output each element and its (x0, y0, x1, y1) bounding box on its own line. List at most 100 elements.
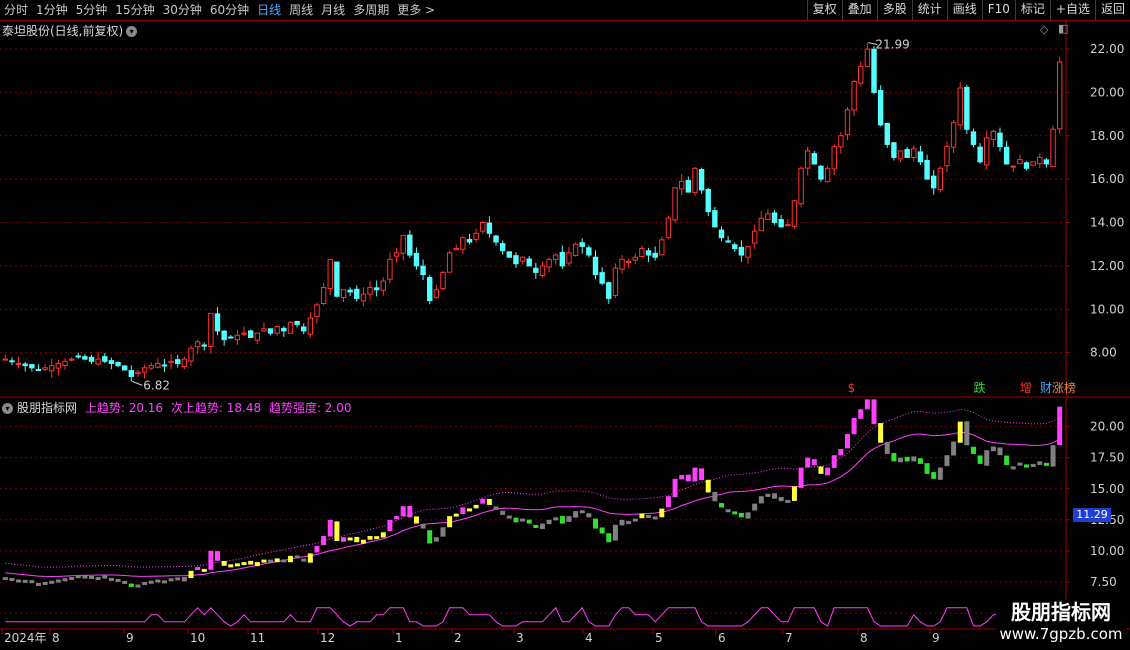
indicator-block (712, 491, 718, 502)
indicator-block (321, 536, 327, 546)
indicator-block (559, 515, 565, 524)
candle-body (373, 287, 380, 291)
indicator-block (606, 533, 612, 543)
x-axis-label: 9 (932, 631, 940, 645)
candles (2, 42, 1063, 382)
indicator-block (626, 521, 632, 525)
indicator-block (964, 421, 970, 446)
indicator-block (1024, 464, 1030, 468)
indicator-block (55, 579, 61, 583)
indicator-block (135, 584, 141, 588)
indicator-blocks (2, 399, 1063, 588)
candle-body (871, 48, 877, 93)
candle-body (347, 289, 353, 293)
indicator-block (175, 577, 181, 581)
candle-body (970, 131, 977, 145)
indicator-block (35, 582, 41, 586)
candle-body (924, 159, 930, 180)
indicator-block (692, 467, 698, 482)
indicator-block (811, 459, 817, 466)
candle-body (984, 137, 990, 166)
indicator-block (732, 511, 738, 515)
candle-body (29, 364, 35, 369)
indicator-block (851, 417, 857, 435)
indicator-block (659, 508, 665, 518)
candle-body (15, 362, 22, 365)
indicator-block (108, 577, 114, 581)
candle-body (1017, 159, 1023, 165)
main-y-tick-label: 18.00 (1090, 129, 1124, 143)
indicator-block (1043, 462, 1049, 466)
indicator-block (62, 578, 68, 582)
main-y-tick-label: 16.00 (1090, 172, 1124, 186)
indicator-block (241, 562, 247, 566)
candle-body (1056, 61, 1063, 130)
event-marker: $ (847, 381, 855, 395)
candle-body (672, 187, 678, 221)
indicator-block (997, 447, 1003, 456)
x-axis-label: 8 (860, 631, 868, 645)
indicator-block (460, 507, 466, 515)
indicator-block (619, 519, 625, 526)
indicator-block (805, 457, 811, 468)
indicator-param-3: 趋势强度: 2.00 (268, 401, 352, 415)
candle-body (652, 252, 658, 258)
indicator-block (480, 498, 486, 504)
indicator-block (592, 518, 598, 529)
indicator-block (632, 518, 638, 522)
candle-body (858, 65, 864, 84)
candle-body (241, 332, 247, 335)
indicator-block (506, 515, 512, 519)
candle-body (818, 165, 824, 180)
candle-body (446, 252, 453, 273)
candle-body (586, 247, 592, 256)
x-axis-label: 12 (320, 631, 335, 645)
indicator-block (95, 577, 101, 581)
indicator-block (672, 478, 678, 498)
candle-body (785, 224, 791, 227)
indicator-panel-title[interactable]: ▾ 股朋指标网 上趋势: 20.16 次上趋势: 18.48 趋势强度: 2.00 (2, 399, 352, 416)
indicator-block (665, 496, 671, 508)
indicator-block (16, 579, 22, 583)
chart-canvas[interactable]: 22.00 20.00 18.00 16.00 14.00 12.00 10.00 8.00 2… (0, 0, 1130, 650)
indicator-block (864, 399, 870, 410)
candle-body (2, 358, 9, 361)
indicator-block (148, 580, 154, 584)
indicator-block (387, 519, 393, 532)
panel-toggle-icon[interactable]: ◧ (1058, 22, 1068, 35)
indicator-block (341, 537, 347, 542)
candle-body (997, 132, 1003, 148)
x-axis-label: 2024年 (4, 631, 47, 645)
candle-body (135, 371, 141, 375)
indicator-block (221, 560, 227, 566)
indicator-block (82, 575, 88, 579)
indicator-block (738, 512, 744, 518)
candle-body (897, 150, 904, 160)
candle-body (725, 240, 731, 243)
chevron-down-icon[interactable]: ▾ (2, 403, 13, 414)
candle-body (42, 367, 48, 371)
candle-body (612, 267, 619, 296)
indicator-block (772, 493, 778, 499)
candle-body (698, 169, 705, 191)
candle-body (937, 167, 944, 191)
diamond-icon[interactable]: ◇ (1040, 23, 1048, 36)
indicator-block (380, 532, 386, 538)
candle-body (804, 150, 811, 169)
indicator-block (407, 505, 413, 518)
indicator-block (453, 513, 459, 517)
candle-body (1043, 159, 1050, 165)
indicator-block (539, 523, 545, 530)
low-pointer (132, 380, 143, 386)
indicator-block (546, 519, 552, 525)
chevron-down-icon[interactable]: ▾ (126, 26, 138, 37)
candle-body (606, 282, 612, 299)
candle-body (261, 328, 267, 332)
indicator-block (752, 503, 758, 511)
main-panel-title[interactable]: 泰坦股份(日线,前复权) ▾ (2, 22, 138, 39)
candle-body (254, 332, 261, 341)
candle-body (486, 222, 493, 234)
candle-body (745, 245, 751, 258)
candle-body (68, 358, 75, 361)
indicator-block (307, 553, 313, 563)
